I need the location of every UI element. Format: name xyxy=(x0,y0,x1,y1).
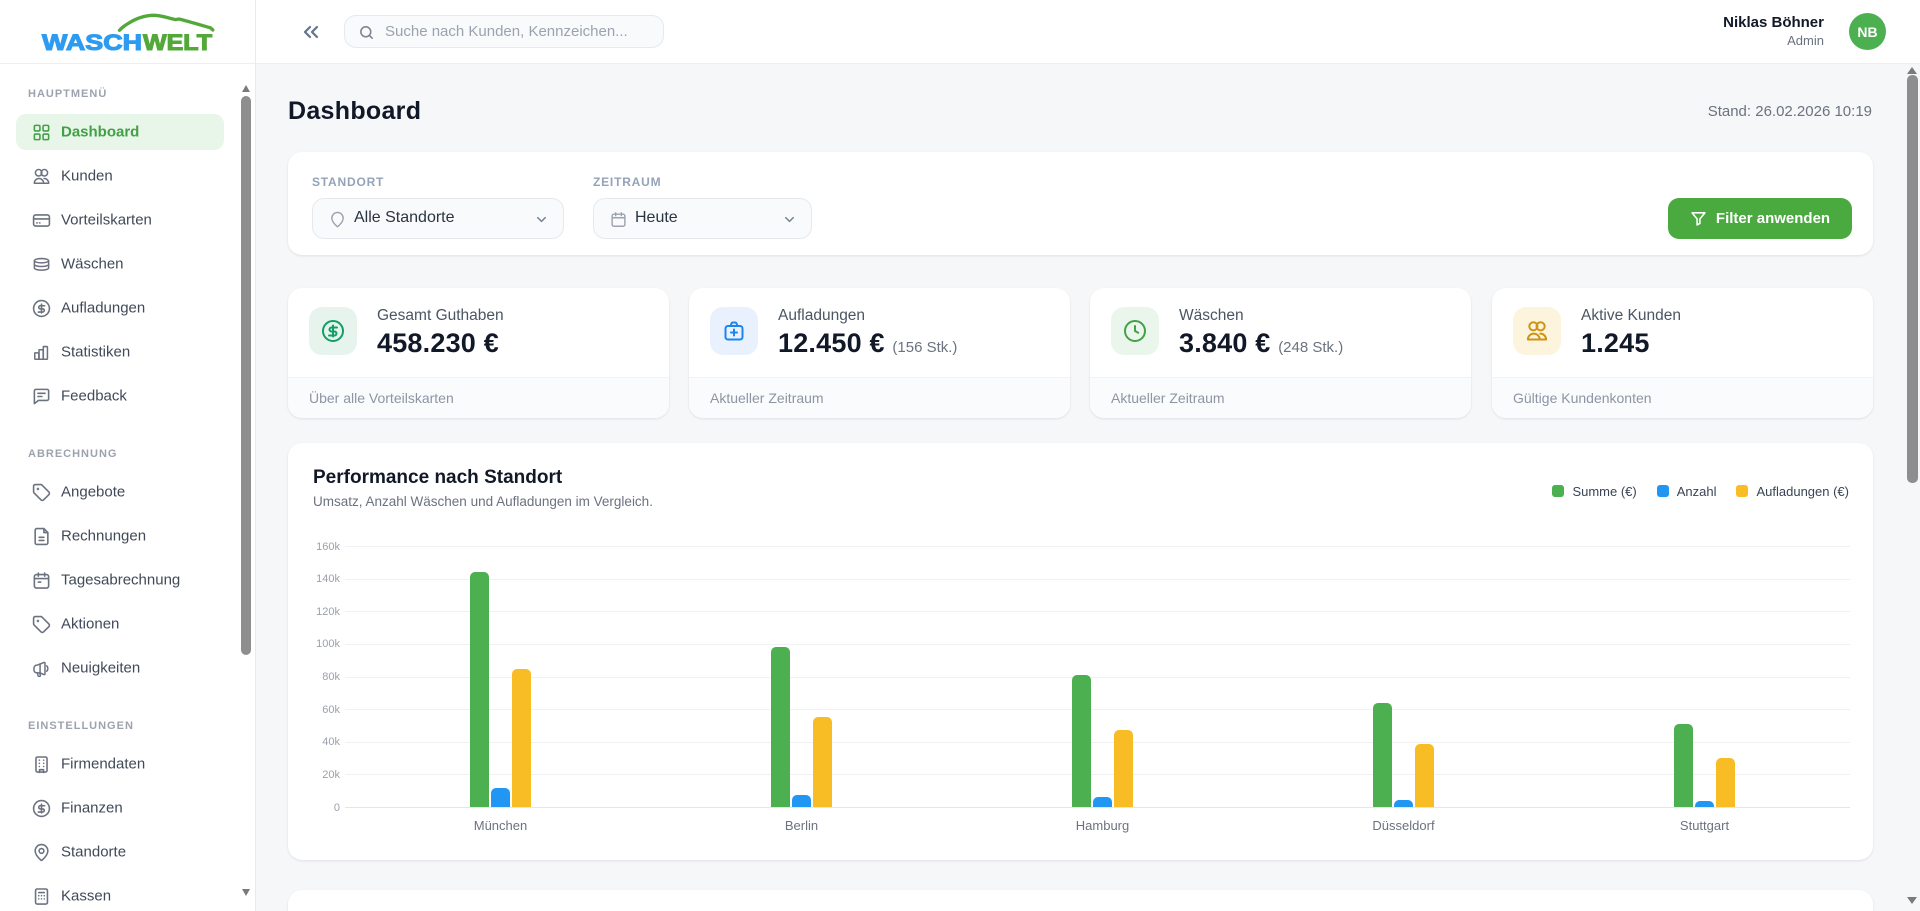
svg-text:WELT: WELT xyxy=(143,30,213,55)
svg-text:WASCH: WASCH xyxy=(42,30,142,55)
